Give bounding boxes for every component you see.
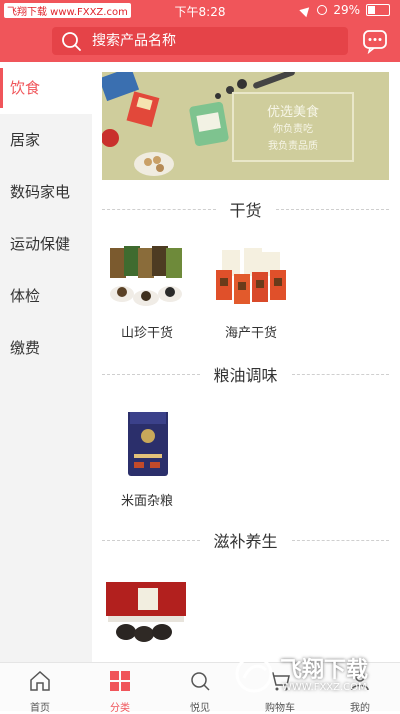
food-banner[interactable]: 优选美食 你负责吃 我负责品质 xyxy=(102,72,389,180)
product-label: 米面杂粮 xyxy=(120,494,173,509)
status-indicators: 29% xyxy=(299,3,390,17)
tab-label: 首页 xyxy=(30,703,50,714)
tab-home[interactable]: 首页 xyxy=(0,663,80,714)
section-header-dried-goods: 干货 xyxy=(102,194,390,224)
alarm-icon xyxy=(317,5,328,15)
tab-label: 分类 xyxy=(110,703,130,714)
divider xyxy=(102,208,216,210)
product-tonic-gift-box[interactable] xyxy=(102,580,192,658)
divider xyxy=(275,208,390,210)
search-icon xyxy=(62,32,81,51)
sidebar-item-payment[interactable]: 缴费 xyxy=(0,322,92,374)
tab-discover[interactable]: 悦见 xyxy=(160,663,240,714)
divider xyxy=(291,539,390,541)
message-icon[interactable] xyxy=(362,28,388,54)
section-title: 粮油调味 xyxy=(213,366,278,385)
battery-icon xyxy=(366,4,390,16)
section-title: 滋补养生 xyxy=(213,532,278,551)
category-sidebar: 饮食 居家 数码家电 运动保健 体检 缴费 xyxy=(0,62,92,662)
divider xyxy=(102,373,200,375)
search-input[interactable] xyxy=(92,27,342,55)
sidebar-item-home[interactable]: 居家 xyxy=(0,114,92,166)
category-content: 优选美食 你负责吃 我负责品质 干货 山珍干货 海产干货 粮油调味 米面杂粮 滋… xyxy=(92,62,400,662)
product-rice-grains[interactable]: 米面杂粮 xyxy=(102,406,192,509)
product-mountain-dried-goods[interactable]: 山珍干货 xyxy=(102,244,192,341)
tab-label: 购物车 xyxy=(265,703,295,714)
product-label: 山珍干货 xyxy=(120,326,173,341)
battery-percent: 29% xyxy=(333,3,360,17)
section-header-tonics: 滋补养生 xyxy=(102,525,390,555)
product-label: 海产干货 xyxy=(224,326,277,341)
divider xyxy=(102,539,200,541)
banner-line-2: 我负责品质 xyxy=(268,141,318,152)
tab-category[interactable]: 分类 xyxy=(80,663,160,714)
sea-cucumber-gift-box-image xyxy=(106,582,186,642)
banner-title: 优选美食 xyxy=(266,105,319,120)
mountain-dried-goods-image xyxy=(110,246,182,306)
category-icon xyxy=(110,671,130,691)
watermark: 飞翔下载 WWW.FXXZ.COM xyxy=(232,650,392,700)
home-icon xyxy=(30,670,50,691)
banner-slogan-box: 优选美食 你负责吃 我负责品质 xyxy=(232,92,354,162)
status-bar: 飞翔下载 www.FXXZ.com 下午8:28 29% xyxy=(0,0,400,22)
sidebar-item-sports-health[interactable]: 运动保健 xyxy=(0,218,92,270)
product-seafood-dried-goods[interactable]: 海产干货 xyxy=(206,244,296,341)
banner-line-1: 你负责吃 xyxy=(273,124,313,135)
divider xyxy=(291,373,390,375)
header xyxy=(0,22,400,62)
sidebar-item-food[interactable]: 饮食 xyxy=(0,62,92,114)
watermark-url: WWW.FXXZ.COM xyxy=(282,682,367,693)
watermark-logo-icon xyxy=(235,655,273,693)
sidebar-item-checkup[interactable]: 体检 xyxy=(0,270,92,322)
tab-label: 我的 xyxy=(350,703,370,714)
watermark-name: 飞翔下载 xyxy=(280,658,369,683)
section-title: 干货 xyxy=(229,201,262,220)
location-icon xyxy=(299,3,314,17)
rice-bag-image xyxy=(128,406,168,476)
discover-icon xyxy=(191,672,210,691)
seafood-dried-goods-image xyxy=(216,248,286,304)
section-header-grain-oil: 粮油调味 xyxy=(102,359,390,389)
search-box[interactable] xyxy=(52,27,348,55)
tab-label: 悦见 xyxy=(190,703,210,714)
sidebar-item-electronics[interactable]: 数码家电 xyxy=(0,166,92,218)
